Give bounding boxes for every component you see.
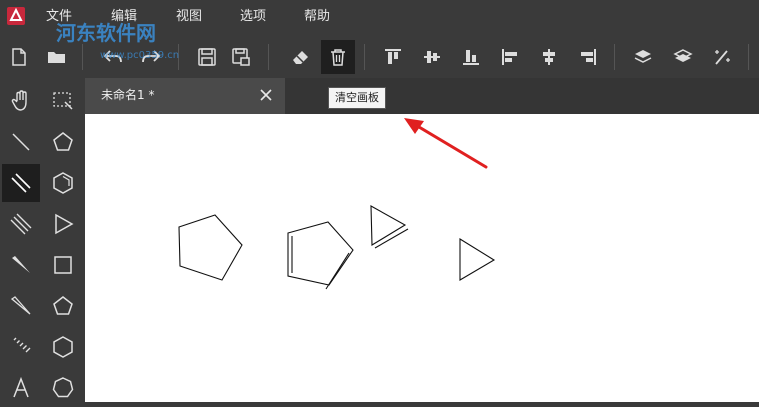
bring-to-front-button[interactable]	[626, 40, 660, 74]
heptagon-tool[interactable]	[44, 369, 82, 407]
send-to-back-button[interactable]	[666, 40, 700, 74]
align-bottom-button[interactable]	[454, 40, 488, 74]
line-tool[interactable]	[2, 123, 40, 161]
save-button[interactable]	[190, 40, 224, 74]
square-tool[interactable]	[44, 246, 82, 284]
hexagon-benzene-tool[interactable]	[44, 164, 82, 202]
menu-options[interactable]: 选项	[240, 9, 266, 25]
triangle-double-bond-shape[interactable]	[370, 205, 407, 246]
cyclopentene-double-bond	[325, 252, 350, 290]
benzene-icon	[53, 172, 73, 194]
align-middle-button[interactable]	[415, 40, 449, 74]
hollow-wedge-icon	[10, 296, 31, 315]
annotation-arrow-icon	[404, 118, 488, 169]
align-top-icon	[385, 49, 401, 64]
line-icon	[12, 133, 30, 151]
pentagon-outline-icon	[53, 296, 73, 315]
hand-icon	[11, 90, 27, 111]
tooltip: 清空画板	[328, 87, 386, 109]
triple-line-icon	[10, 213, 32, 235]
bring-to-front-icon	[634, 50, 652, 63]
pentagon-shape[interactable]	[178, 214, 243, 281]
clear-canvas-button[interactable]	[321, 40, 355, 74]
triangle-tool[interactable]	[44, 205, 82, 243]
open-button[interactable]	[40, 40, 74, 74]
heptagon-icon	[52, 377, 74, 398]
marquee-select-icon	[53, 92, 73, 110]
document-tab[interactable]: 未命名1 *	[85, 78, 285, 114]
app-logo-icon[interactable]	[6, 6, 26, 26]
pentagon-ring-tool[interactable]	[44, 287, 82, 325]
eraser-icon	[293, 51, 308, 64]
pan-tool[interactable]	[2, 82, 40, 120]
pentagon-tool[interactable]	[44, 123, 82, 161]
toolbar-separator	[748, 44, 749, 70]
triangle-icon	[55, 213, 74, 235]
magic-wand-icon	[715, 50, 730, 65]
save-as-button[interactable]	[224, 40, 258, 74]
select-tool[interactable]	[44, 82, 82, 120]
hollow-wedge-tool[interactable]	[2, 287, 40, 325]
pentagon-icon	[53, 132, 73, 151]
hashed-wedge-tool[interactable]	[2, 328, 40, 366]
wedge-icon	[12, 256, 30, 273]
clear-canvas-icon	[331, 49, 345, 66]
tool-palette	[0, 78, 85, 402]
hexagon-icon	[53, 336, 73, 358]
align-right-icon	[581, 49, 596, 65]
hashed-wedge-icon	[13, 337, 31, 353]
new-file-icon	[12, 48, 26, 66]
align-center-icon	[543, 49, 555, 65]
text-a-icon	[13, 376, 29, 398]
watermark-logo: 河东软件网	[56, 21, 156, 45]
open-folder-icon	[48, 52, 65, 63]
document-tab-title: 未命名1 *	[101, 88, 155, 102]
magic-wand-button[interactable]	[705, 40, 739, 74]
align-center-button[interactable]	[532, 40, 566, 74]
text-tool[interactable]	[2, 369, 40, 407]
double-line-icon	[11, 173, 31, 193]
save-icon	[198, 48, 216, 66]
align-bottom-icon	[463, 50, 479, 65]
menu-help[interactable]: 帮助	[304, 9, 330, 25]
menu-view[interactable]: 视图	[176, 9, 202, 25]
align-left-button[interactable]	[493, 40, 527, 74]
toolbar-separator	[614, 44, 615, 70]
square-icon	[54, 256, 72, 274]
hexagon-tool[interactable]	[44, 328, 82, 366]
cyclopentene-shape[interactable]	[287, 221, 354, 286]
align-left-icon	[502, 49, 517, 65]
close-icon[interactable]	[257, 86, 275, 104]
wedge-bond-tool[interactable]	[2, 246, 40, 284]
toolbar-separator	[364, 44, 365, 70]
triple-bond-tool[interactable]	[2, 205, 40, 243]
double-bond-tool[interactable]	[2, 164, 40, 202]
document-tabbar: 未命名1 *	[85, 78, 759, 114]
save-as-icon	[232, 48, 250, 66]
align-middle-icon	[424, 51, 440, 63]
watermark-url: www.pc0359.cn	[100, 50, 180, 61]
align-right-button[interactable]	[571, 40, 605, 74]
new-file-button[interactable]	[2, 40, 36, 74]
triangle-shape[interactable]	[459, 238, 496, 281]
eraser-button[interactable]	[284, 40, 318, 74]
toolbar-separator	[268, 44, 269, 70]
triangle-double-bond-line	[374, 228, 409, 249]
align-top-button[interactable]	[376, 40, 410, 74]
toolbar-separator	[82, 44, 83, 70]
send-to-back-icon	[673, 49, 693, 62]
